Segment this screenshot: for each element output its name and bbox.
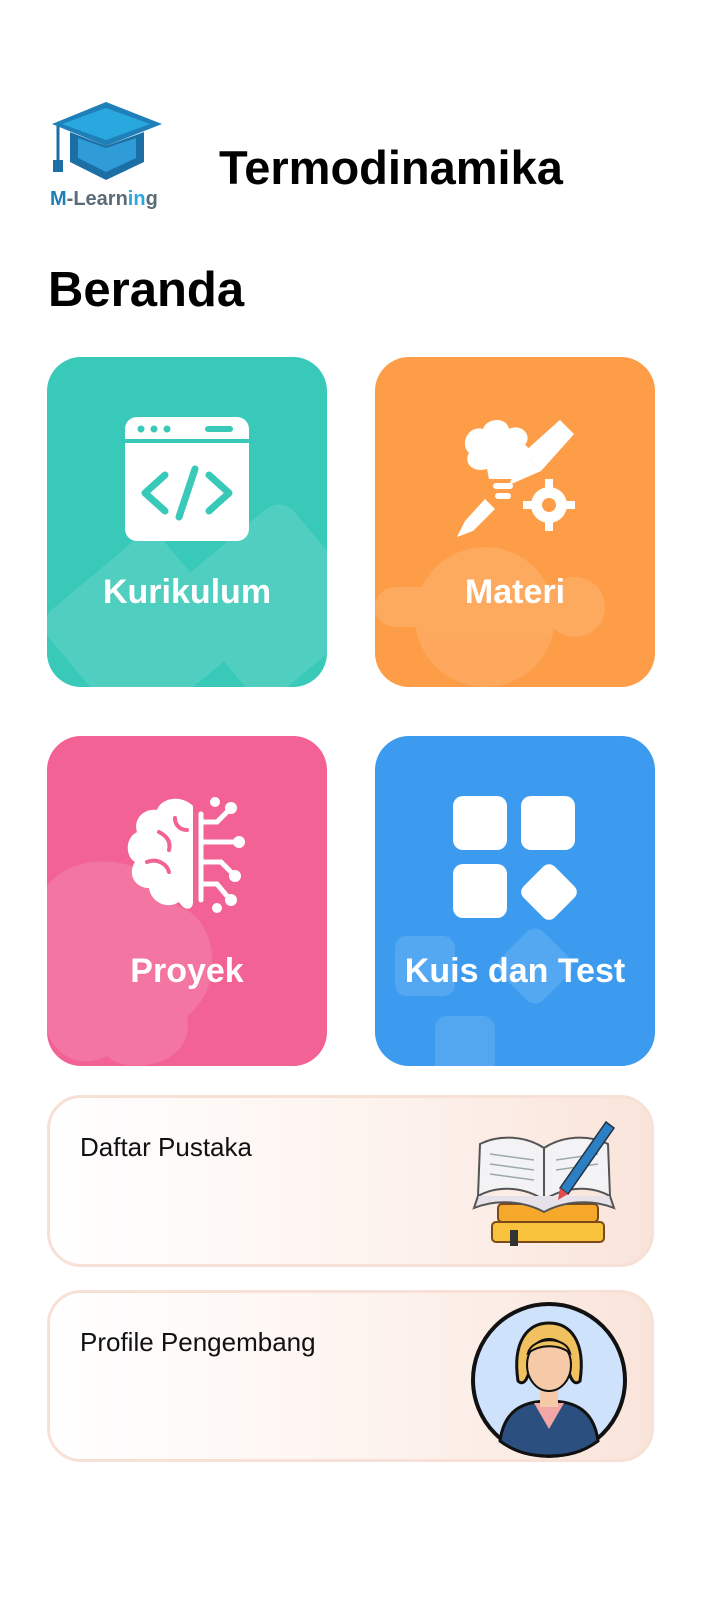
app-logo: M-Learning (48, 100, 173, 218)
developer-avatar-icon (471, 1302, 627, 1458)
tile-kurikulum[interactable]: Kurikulum (47, 357, 327, 687)
tile-label: Kuis dan Test (404, 952, 626, 990)
grid-shapes-icon (453, 796, 577, 920)
tile-materi[interactable]: Materi (375, 357, 655, 687)
graduation-cap-icon (52, 102, 162, 180)
tile-label: Proyek (130, 952, 244, 990)
card-label: Daftar Pustaka (80, 1132, 252, 1162)
tile-label: Materi (464, 573, 566, 611)
page-title: Beranda (48, 263, 245, 317)
logo-text: M-Learning (50, 188, 158, 210)
creative-brain-pencil-icon (457, 417, 577, 537)
tile-kuis-dan-test[interactable]: Kuis dan Test (375, 736, 655, 1066)
card-daftar-pustaka[interactable]: Daftar Pustaka (47, 1095, 654, 1267)
open-book-icon (472, 1120, 616, 1246)
tile-proyek[interactable]: Proyek (47, 736, 327, 1066)
tile-label: Kurikulum (102, 573, 272, 611)
header: M-Learning Termodinamika (0, 0, 702, 240)
card-profile-pengembang[interactable]: Profile Pengembang (47, 1290, 654, 1462)
card-label: Profile Pengembang (80, 1327, 316, 1357)
brain-circuit-icon (127, 797, 245, 913)
app-title: Termodinamika (219, 141, 563, 194)
code-window-icon (125, 417, 249, 541)
